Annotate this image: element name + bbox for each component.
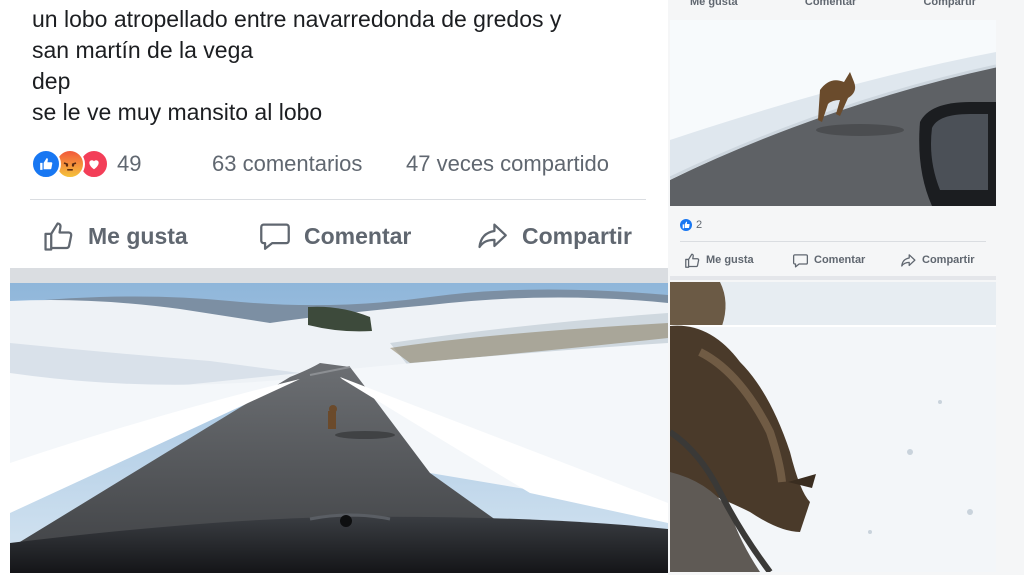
comment-button-top[interactable]: Comentar [805, 0, 856, 8]
share-label-top: Compartir [923, 0, 976, 8]
thumbs-up-icon [685, 253, 700, 268]
post-text-line: se le ve muy mansito al lobo [32, 99, 323, 125]
reactions-summary[interactable]: 49 [31, 149, 141, 179]
speech-bubble-icon [792, 253, 809, 268]
side-like-label: Me gusta [706, 254, 754, 266]
like-button-top[interactable]: Me gusta [690, 0, 738, 8]
side-reactions[interactable]: 2 [680, 217, 702, 233]
post-text-line: san martín de la vega [32, 37, 254, 63]
wolf-figure [328, 411, 336, 429]
wolf-roadside-photo [670, 20, 996, 206]
side-comment-button[interactable]: Comentar [792, 251, 865, 269]
thumbs-up-icon [44, 222, 73, 251]
comments-count[interactable]: 63 comentarios [212, 151, 362, 177]
post-text-line: un lobo atropellado entre navarredonda d… [32, 6, 562, 32]
side-separator [670, 276, 996, 280]
side-share-button[interactable]: Compartir [900, 251, 975, 269]
post-left: un lobo atropellado entre navarredonda d… [0, 0, 668, 575]
share-button-top[interactable]: Compartir [923, 0, 976, 8]
divider [30, 199, 646, 200]
post-text: un lobo atropellado entre navarredonda d… [32, 4, 652, 128]
side-comment-label: Comentar [814, 254, 866, 266]
speech-bubble-icon [260, 223, 290, 250]
post-photo[interactable] [10, 283, 668, 573]
share-arrow-icon [478, 223, 507, 249]
snowy-road-photo [10, 283, 668, 573]
like-button[interactable]: Me gusta [42, 216, 188, 256]
reaction-count: 49 [117, 151, 142, 176]
like-reaction-icon [680, 219, 692, 231]
share-arrow-icon [901, 253, 916, 267]
side-divider [680, 241, 986, 242]
wolf-closeup-photo [670, 282, 996, 572]
side-like-button[interactable]: Me gusta [684, 251, 754, 269]
photo-frame-border [10, 268, 668, 284]
share-button[interactable]: Compartir [476, 216, 632, 256]
post-text-line: dep [32, 68, 71, 94]
shares-count[interactable]: 47 veces compartido [406, 151, 609, 177]
like-reaction-icon [31, 149, 61, 179]
comment-button[interactable]: Comentar [258, 216, 411, 256]
side-reaction-count: 2 [696, 219, 703, 231]
side-photo-bottom[interactable] [670, 282, 996, 572]
side-photo-top[interactable] [670, 20, 996, 206]
like-label-top: Me gusta [690, 0, 738, 8]
comment-label: Comentar [304, 222, 412, 249]
like-label: Me gusta [88, 222, 188, 249]
comment-label-top: Comentar [804, 0, 857, 8]
top-action-bar: Me gusta Comentar Compartir [670, 0, 996, 11]
share-label: Compartir [522, 222, 632, 249]
side-share-label: Compartir [922, 254, 975, 266]
